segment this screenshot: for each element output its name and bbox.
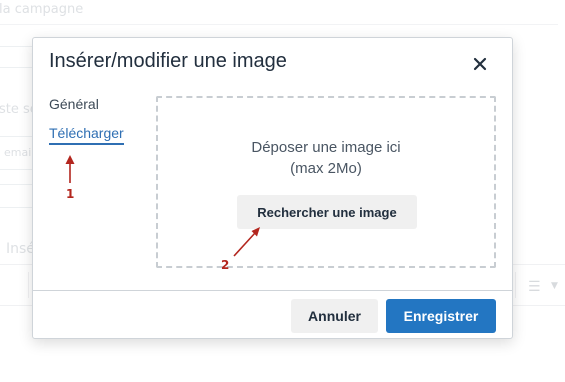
insert-image-dialog: Insérer/modifier une image Général Téléc… [32, 37, 513, 339]
annotation-number-2: 2 [221, 258, 230, 272]
dropzone-instruction: Déposer une image ici [251, 139, 401, 156]
close-icon [473, 57, 487, 71]
browse-image-button[interactable]: Rechercher une image [237, 195, 417, 229]
save-button[interactable]: Enregistrer [386, 299, 496, 333]
dropzone-size-limit: (max 2Mo) [290, 160, 362, 177]
footer-divider [33, 290, 512, 291]
tab-upload[interactable]: Télécharger [49, 125, 124, 145]
close-button[interactable] [466, 50, 494, 78]
tab-general[interactable]: Général [49, 96, 99, 112]
image-dropzone[interactable]: Déposer une image ici (max 2Mo) Recherch… [156, 96, 496, 268]
dialog-title: Insérer/modifier une image [49, 50, 287, 72]
cancel-button[interactable]: Annuler [291, 299, 378, 333]
annotation-number-1: 1 [66, 187, 75, 201]
